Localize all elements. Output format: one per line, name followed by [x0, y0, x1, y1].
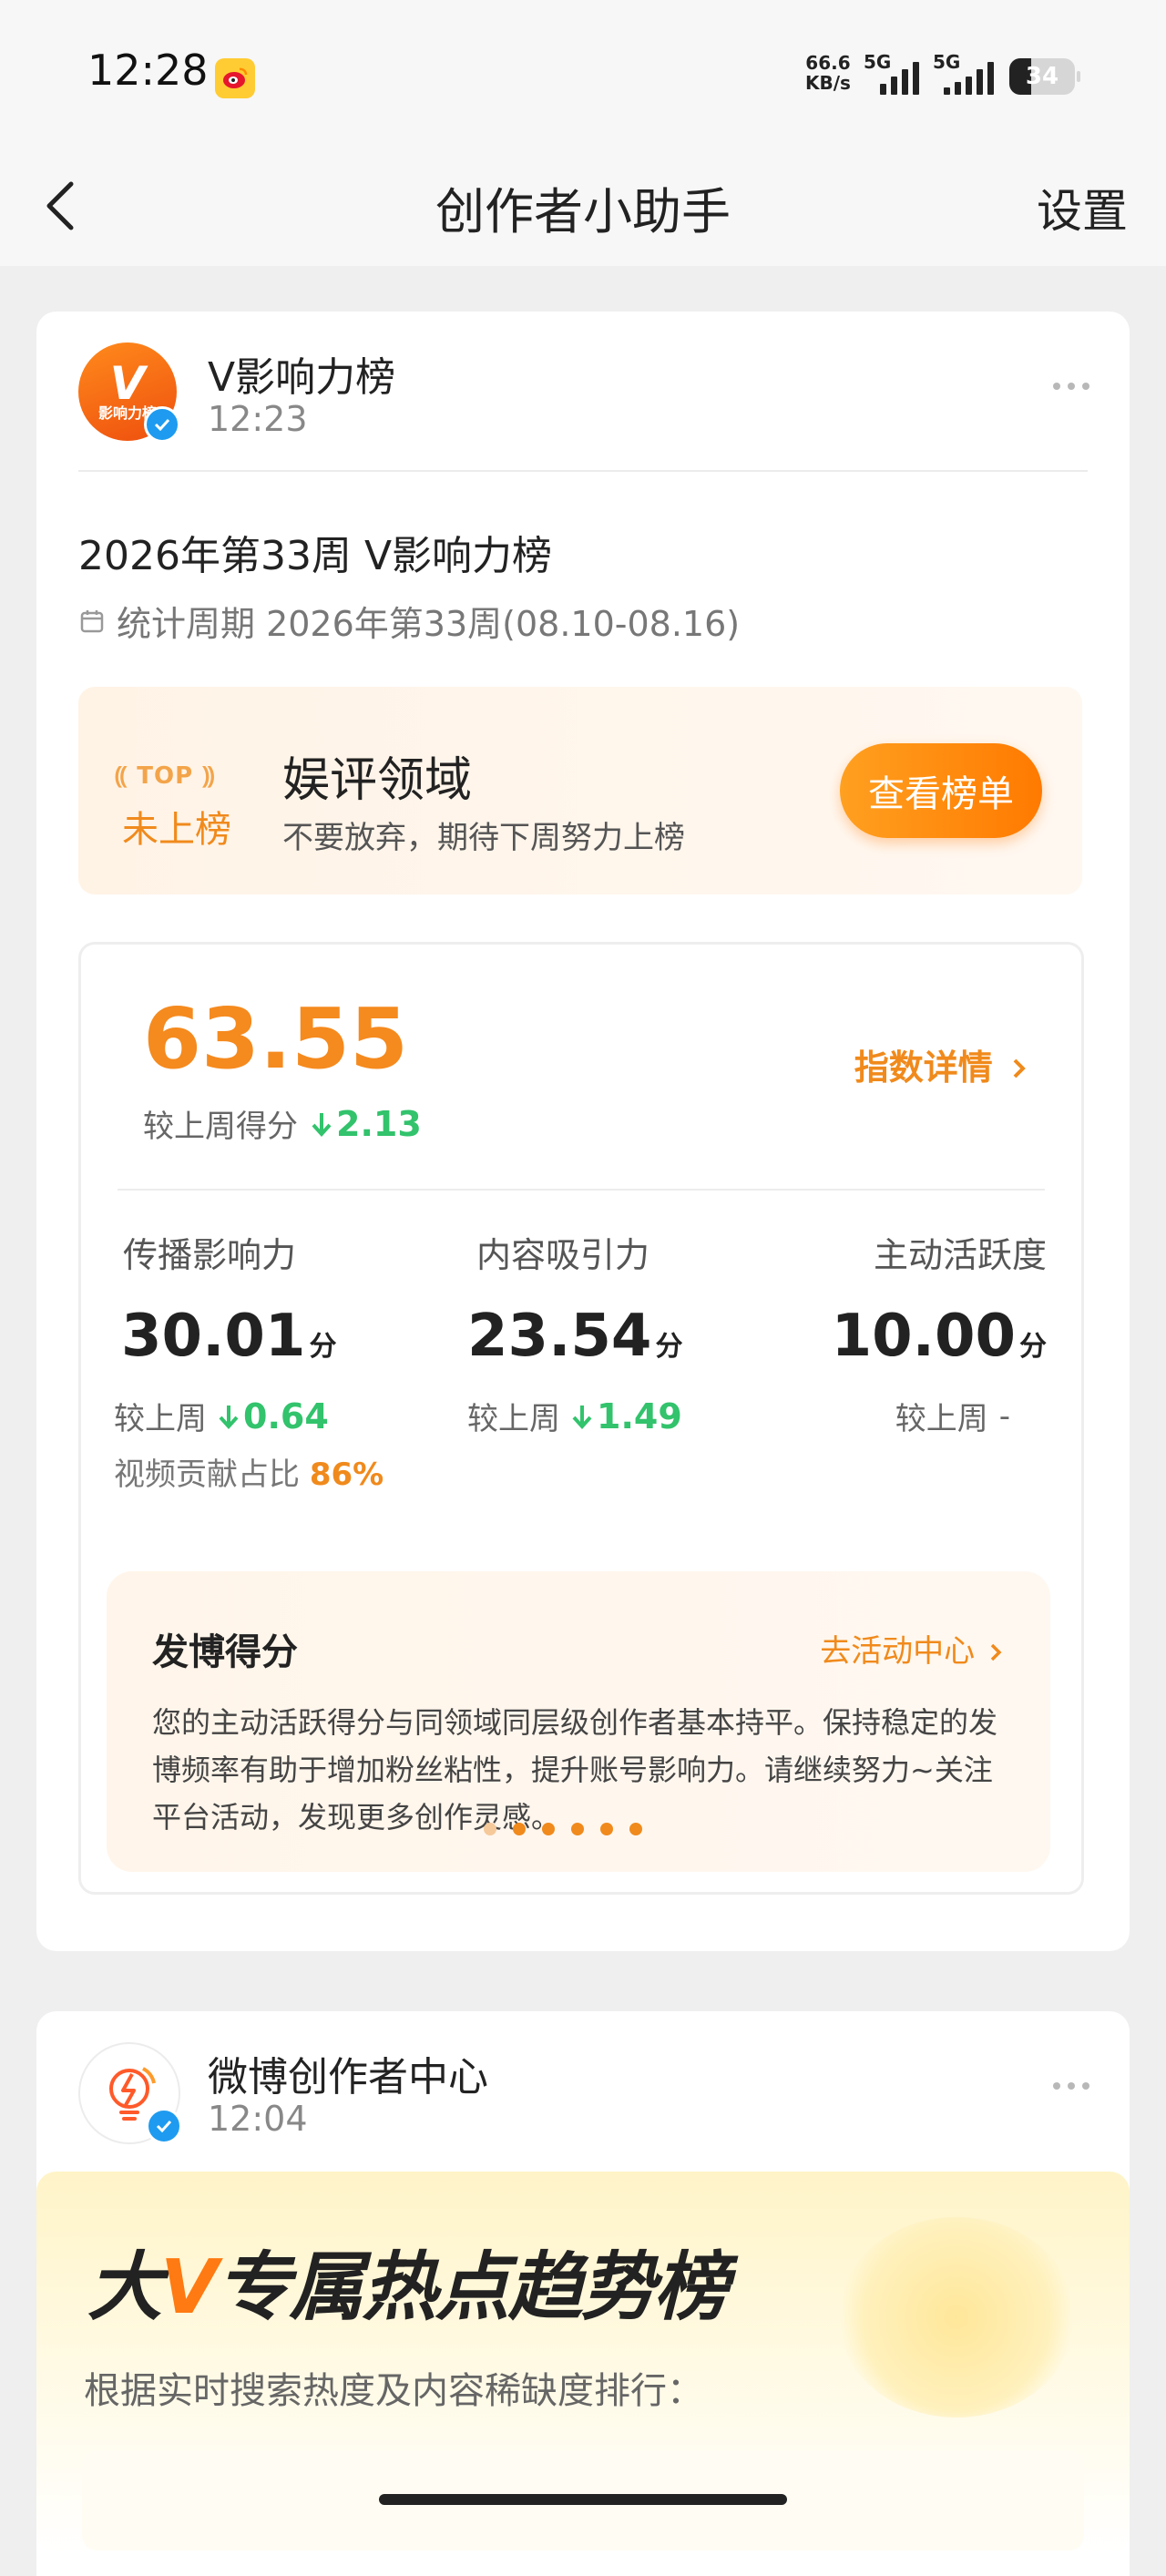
- rank-status: 未上榜: [122, 809, 231, 851]
- more-icon[interactable]: [1053, 2082, 1089, 2090]
- chevron-right-icon: [990, 1643, 1002, 1661]
- metric-change: 0.64: [218, 1396, 329, 1436]
- rank-status-panel: ⸨ TOP ⸩ 未上榜 娱评领域 不要放弃，期待下周努力上榜 查看榜单: [78, 687, 1082, 894]
- metric-activity: 主动活跃度 10.00 分 较上周 -: [831, 1235, 1047, 1437]
- post-time: 12:23: [208, 399, 308, 439]
- domain-subtitle: 不要放弃，期待下周努力上榜: [282, 820, 685, 856]
- score-panel: 63.55 较上周得分 2.13 指数详情 传播影响力 30.01 分 较上周 0…: [78, 942, 1084, 1895]
- stat-period: 统计周期 2026年第33周(08.10-08.16): [78, 596, 740, 646]
- status-time: 12:28: [87, 46, 209, 95]
- nav-bar: 创作者小助手 设置: [0, 146, 1166, 266]
- arrow-down-icon: [219, 1405, 239, 1429]
- weibo-notification-icon: [215, 58, 255, 98]
- verified-icon: [146, 2108, 182, 2144]
- chevron-right-icon: [1013, 1058, 1026, 1078]
- video-share: 视频贡献占比 86%: [114, 1457, 384, 1493]
- divider: [118, 1189, 1045, 1191]
- index-detail-link[interactable]: 指数详情: [854, 1039, 1028, 1089]
- banner-title: 大V专属热点趋势榜: [87, 2244, 728, 2331]
- metric-spread-influence: 传播影响力 30.01 分 较上周 0.64 视频贡献占比 86%: [114, 1227, 442, 1494]
- carousel-indicator[interactable]: [484, 1823, 642, 1835]
- calendar-icon: [80, 609, 104, 632]
- post-score-tip[interactable]: 发博得分 去活动中心 您的主动活跃得分与同领域同层级创作者基本持平。保持稳定的发…: [107, 1571, 1050, 1872]
- metric-content-appeal: 内容吸引力 23.54 分 较上周 1.49: [467, 1235, 683, 1437]
- domain-name: 娱评领域: [282, 753, 473, 808]
- arrow-down-icon: [572, 1405, 592, 1429]
- avatar[interactable]: V 影响力榜: [78, 342, 180, 443]
- account-name[interactable]: 微博创作者中心: [208, 2044, 488, 2102]
- banner-description: 根据实时搜索热度及内容稀缺度排行：: [84, 2370, 703, 2412]
- status-bar: 12:28 66.6 KB/s 5G 5G 34: [0, 0, 1166, 146]
- avatar[interactable]: [78, 2042, 182, 2144]
- account-name[interactable]: V影响力榜: [208, 344, 395, 403]
- battery-level: 34: [1025, 63, 1059, 90]
- verified-icon: [144, 406, 180, 443]
- tip-title: 发博得分: [152, 1631, 298, 1673]
- divider: [78, 470, 1088, 472]
- home-indicator[interactable]: [379, 2494, 787, 2505]
- score-change: 2.13: [311, 1104, 422, 1144]
- arrow-down-icon: [312, 1112, 332, 1137]
- post-title: 2026年第33周 V影响力榜: [78, 533, 553, 579]
- signal-strength-icon: [944, 60, 994, 95]
- tip-body: 您的主动活跃得分与同领域同层级创作者基本持平。保持稳定的发博频率有助于增加粉丝粘…: [152, 1705, 998, 1835]
- metric-change: 1.49: [571, 1396, 682, 1436]
- signal-strength-icon: [880, 60, 919, 95]
- view-ranking-button[interactable]: 查看榜单: [840, 743, 1042, 838]
- message-card-influence: V 影响力榜 V影响力榜 12:23 2026年第33周 V影响力榜 统计周期 …: [36, 312, 1130, 1951]
- settings-button[interactable]: 设置: [1037, 175, 1128, 240]
- post-time: 12:04: [208, 2099, 308, 2139]
- activity-center-link[interactable]: 去活动中心: [820, 1626, 1005, 1671]
- network-speed: 66.6 KB/s: [805, 52, 851, 94]
- page-title: 创作者小助手: [435, 183, 731, 240]
- battery-icon: 34: [1009, 58, 1080, 95]
- weibo-decoration-icon: [838, 2217, 1075, 2418]
- score-compare: 较上周得分 2.13: [143, 1103, 422, 1146]
- top-laurel-badge: ⸨ TOP ⸩: [115, 762, 216, 790]
- total-score: 63.55: [143, 990, 409, 1088]
- more-icon[interactable]: [1053, 383, 1089, 390]
